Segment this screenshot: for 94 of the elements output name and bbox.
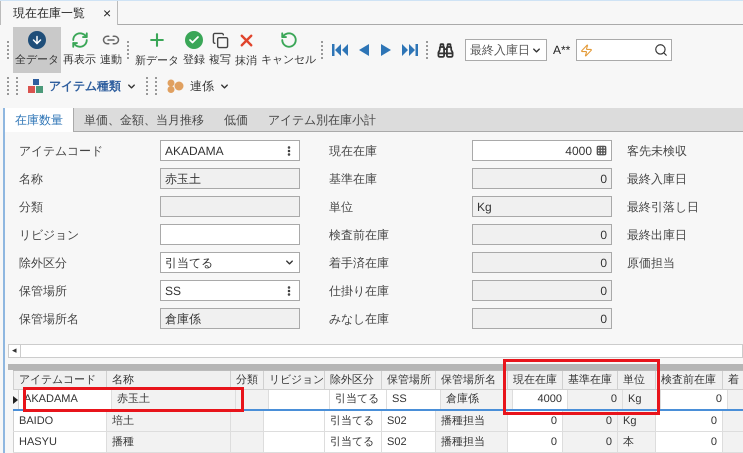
field-label: 仕掛り在庫 [329, 282, 390, 300]
table-cell: 0 [661, 390, 728, 410]
table-cell: 赤玉土 [112, 390, 236, 410]
table-cell: 0 [656, 411, 723, 432]
input-field[interactable]: Kg [472, 196, 612, 218]
table-cell: 0 [568, 390, 623, 410]
field-label: 基準在庫 [329, 170, 378, 188]
input-field[interactable]: AKADAMA [160, 140, 300, 162]
toolbar-button[interactable]: 抹消 [233, 27, 259, 73]
input-field[interactable] [160, 224, 300, 246]
lightning-icon [580, 44, 594, 56]
copy-icon [212, 32, 228, 49]
field-label: 除外区分 [19, 254, 68, 272]
refresh-icon [70, 31, 88, 50]
field-label: 分類 [19, 198, 44, 216]
input-field[interactable]: 0 [472, 308, 612, 330]
first-record-icon[interactable] [332, 43, 348, 57]
toolbar-button[interactable]: 複写 [207, 27, 233, 73]
scroll-left-button[interactable]: ◂ [9, 345, 21, 358]
search-field[interactable] [576, 39, 672, 61]
input-field[interactable]: 0 [472, 168, 612, 190]
input-field[interactable] [160, 196, 300, 218]
table-cell: 本 [618, 432, 656, 452]
close-tab-button[interactable]: × [103, 2, 112, 24]
field-label: アイテムコード [19, 142, 104, 160]
field-label: リビジョン [19, 226, 80, 244]
download-icon [28, 31, 46, 50]
undo-icon [280, 31, 298, 50]
table-cell: 播種 [107, 432, 231, 452]
last-record-icon[interactable] [402, 43, 418, 57]
circles-icon [167, 79, 185, 94]
table-cell: 4000 [513, 390, 568, 410]
input-field[interactable]: SS [160, 280, 300, 302]
table-cell: 0 [508, 432, 563, 452]
table-cell: 引当てる [325, 432, 382, 452]
grid-icon [596, 145, 607, 156]
input-field[interactable]: 4000 [472, 140, 612, 162]
tab[interactable]: 単価、金額、当月推移 [74, 108, 214, 132]
font-label: A** [553, 42, 570, 59]
toolbar-button[interactable]: 全データ [13, 27, 61, 73]
table-cell: HASYU [14, 432, 107, 452]
tab[interactable]: 低価 [214, 108, 258, 132]
table-cell: 引当てる [330, 390, 387, 410]
table-cell: 播種担当 [436, 411, 508, 432]
previous-icon[interactable] [358, 43, 370, 57]
table-cell: S02 [382, 432, 436, 452]
table-cell: S02 [382, 411, 436, 432]
table-row[interactable]: HASYU 播種 引当てる S02 播種担当 0 0 本 0 [13, 432, 743, 453]
field-label: みなし在庫 [329, 310, 390, 328]
field-label: 保管場所 [19, 282, 68, 300]
table-cell: 0 [656, 432, 723, 452]
table-cell: SS [387, 390, 441, 410]
next-icon[interactable] [380, 43, 392, 57]
toolbar-button[interactable]: 新データ [133, 27, 181, 73]
tab[interactable]: 在庫数量 [5, 108, 74, 132]
tab[interactable]: アイテム別在庫小計 [258, 108, 386, 132]
table-cell: 播種担当 [436, 432, 508, 452]
toolbar-button[interactable]: 連動 [98, 27, 124, 73]
table-cell: AKADAMA [19, 390, 112, 410]
table-cell: 引当てる [325, 411, 382, 432]
toolbar-button[interactable]: キャンセル [259, 27, 318, 73]
field-label: 着手済在庫 [329, 254, 390, 272]
field-label: 客先未検収 [627, 142, 687, 160]
toolbar-button[interactable]: 登録 [181, 27, 207, 73]
table-row[interactable]: BAIDO 培土 引当てる S02 播種担当 0 0 Kg 0 [13, 411, 743, 432]
input-field[interactable]: 0 [472, 252, 612, 274]
check-icon [185, 31, 203, 50]
dropdown-field[interactable]: 引当てる [160, 252, 300, 274]
field-label: 単位 [329, 198, 354, 216]
table-cell: BAIDO [14, 411, 107, 432]
binoculars-icon[interactable] [437, 42, 454, 58]
input-field[interactable]: 0 [472, 280, 612, 302]
toolbar-dropdown[interactable]: 連係 [161, 77, 236, 96]
field-label: 現在在庫 [329, 142, 378, 160]
table-cell: 倉庫係 [441, 390, 513, 410]
field-label: 最終出庫日 [627, 226, 687, 244]
blocks-icon [28, 79, 44, 94]
input-field[interactable]: 0 [472, 224, 612, 246]
input-field[interactable]: 赤玉土 [160, 168, 300, 190]
toolbar-dropdown[interactable]: アイテム種類 [22, 77, 143, 96]
sort-select[interactable]: 最終入庫日 [465, 39, 547, 61]
toolbar-button[interactable]: 再表示 [61, 27, 98, 73]
document-tab[interactable]: 現在在庫一覧 × [0, 1, 118, 26]
field-label: 原価担当 [627, 254, 675, 272]
field-label: 名称 [19, 170, 44, 188]
field-label: 検査前在庫 [329, 226, 390, 244]
field-label: 保管場所名 [19, 310, 80, 328]
table-cell: 0 [563, 432, 618, 452]
search-icon [654, 43, 668, 57]
table-cell: 培土 [107, 411, 231, 432]
input-field[interactable]: 倉庫係 [160, 308, 300, 330]
field-label: 最終引落し日 [627, 198, 699, 216]
field-label: 最終入庫日 [627, 170, 687, 188]
table-cell: Kg [623, 390, 661, 410]
